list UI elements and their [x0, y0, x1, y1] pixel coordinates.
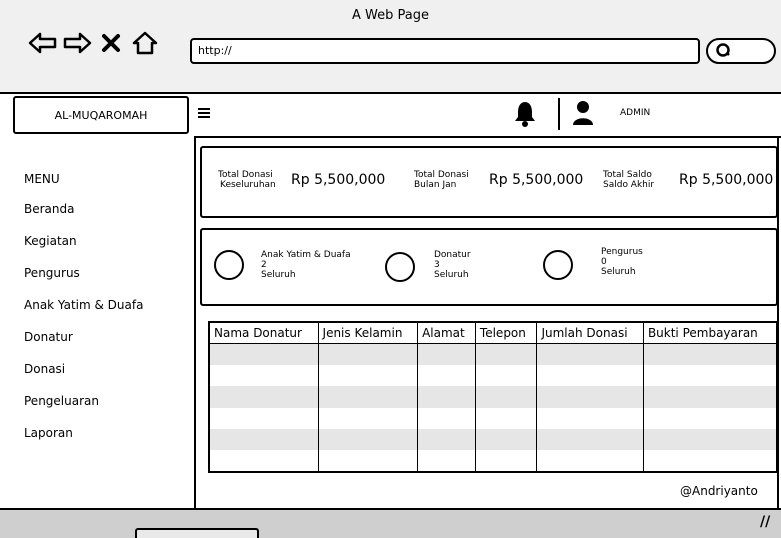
col-jenis-kelamin[interactable]: Jenis Kelamin [318, 323, 419, 344]
col-bukti-pembayaran[interactable]: Bukti Pembayaran [643, 323, 776, 344]
counts-card: Anak Yatim & Duafa 2 Seluruh Donatur 3 S… [200, 228, 778, 306]
table-row[interactable] [210, 386, 776, 408]
user-icon[interactable] [572, 100, 594, 130]
menu-heading: MENU [24, 172, 60, 186]
sidebar-item-beranda[interactable]: Beranda [24, 202, 143, 234]
user-label[interactable]: ADMIN [620, 108, 650, 118]
donatur-circle-icon [385, 252, 415, 282]
table-row[interactable] [210, 449, 776, 471]
sidebar-menu: Beranda Kegiatan Pengurus Anak Yatim & D… [24, 202, 143, 458]
summary-label: Total Saldo Saldo Akhir [603, 170, 655, 190]
count-anak-yatim: Anak Yatim & Duafa 2 Seluruh [261, 250, 351, 280]
horizontal-scrollbar[interactable] [135, 528, 259, 538]
sidebar-item-anak-yatim[interactable]: Anak Yatim & Duafa [24, 298, 143, 330]
nav-buttons [26, 26, 162, 60]
browser-toolbar: A Web Page http:// [0, 0, 781, 94]
table-row[interactable] [210, 428, 776, 450]
notification-bell-icon[interactable] [514, 100, 536, 132]
back-arrow-icon[interactable] [26, 26, 60, 60]
resize-grip-icon[interactable]: // [760, 514, 770, 530]
sidebar-item-laporan[interactable]: Laporan [24, 426, 143, 458]
close-icon[interactable] [94, 26, 128, 60]
col-alamat[interactable]: Alamat [417, 323, 476, 344]
col-nama-donatur[interactable]: Nama Donatur [210, 323, 319, 344]
search-box[interactable] [706, 38, 776, 64]
pengurus-circle-icon [543, 250, 573, 280]
brand-box[interactable]: AL-MUQAROMAH [13, 96, 189, 134]
col-telepon[interactable]: Telepon [475, 323, 538, 344]
summary-value: Rp 5,500,000 [679, 172, 774, 188]
footer-credit: @Andriyanto [680, 484, 758, 498]
status-bar [0, 508, 781, 538]
table-row[interactable] [210, 343, 776, 366]
count-donatur: Donatur 3 Seluruh [434, 250, 471, 280]
donation-table: Nama Donatur Jenis Kelamin Alamat Telepo… [208, 321, 778, 473]
summary-value: Rp 5,500,000 [291, 172, 386, 188]
url-bar[interactable]: http:// [190, 38, 700, 64]
col-jumlah-donasi[interactable]: Jumlah Donasi [536, 323, 644, 344]
sidebar: AL-MUQAROMAH MENU Beranda Kegiatan Pengu… [0, 94, 196, 508]
app-header: ADMIN [194, 94, 781, 138]
home-icon[interactable] [128, 26, 162, 60]
header-divider [558, 98, 560, 130]
summary-label: Total Donasi Keseluruhan [218, 170, 276, 190]
table-row[interactable] [210, 365, 776, 387]
table-row[interactable] [210, 407, 776, 429]
window-title: A Web Page [352, 8, 429, 23]
summary-card: Total Donasi Keseluruhan Rp 5,500,000 To… [200, 146, 778, 218]
table-header-row: Nama Donatur Jenis Kelamin Alamat Telepo… [210, 323, 776, 344]
search-icon [716, 43, 730, 57]
summary-label: Total Donasi Bulan Jan [414, 170, 469, 190]
forward-arrow-icon[interactable] [60, 26, 94, 60]
sidebar-item-pengeluaran[interactable]: Pengeluaran [24, 394, 143, 426]
sidebar-item-donasi[interactable]: Donasi [24, 362, 143, 394]
sidebar-item-pengurus[interactable]: Pengurus [24, 266, 143, 298]
hamburger-menu-icon[interactable] [197, 104, 211, 123]
summary-value: Rp 5,500,000 [489, 172, 584, 188]
count-pengurus: Pengurus 0 Seluruh [601, 247, 643, 277]
sidebar-item-donatur[interactable]: Donatur [24, 330, 143, 362]
sidebar-item-kegiatan[interactable]: Kegiatan [24, 234, 143, 266]
anak-yatim-circle-icon [214, 250, 244, 280]
